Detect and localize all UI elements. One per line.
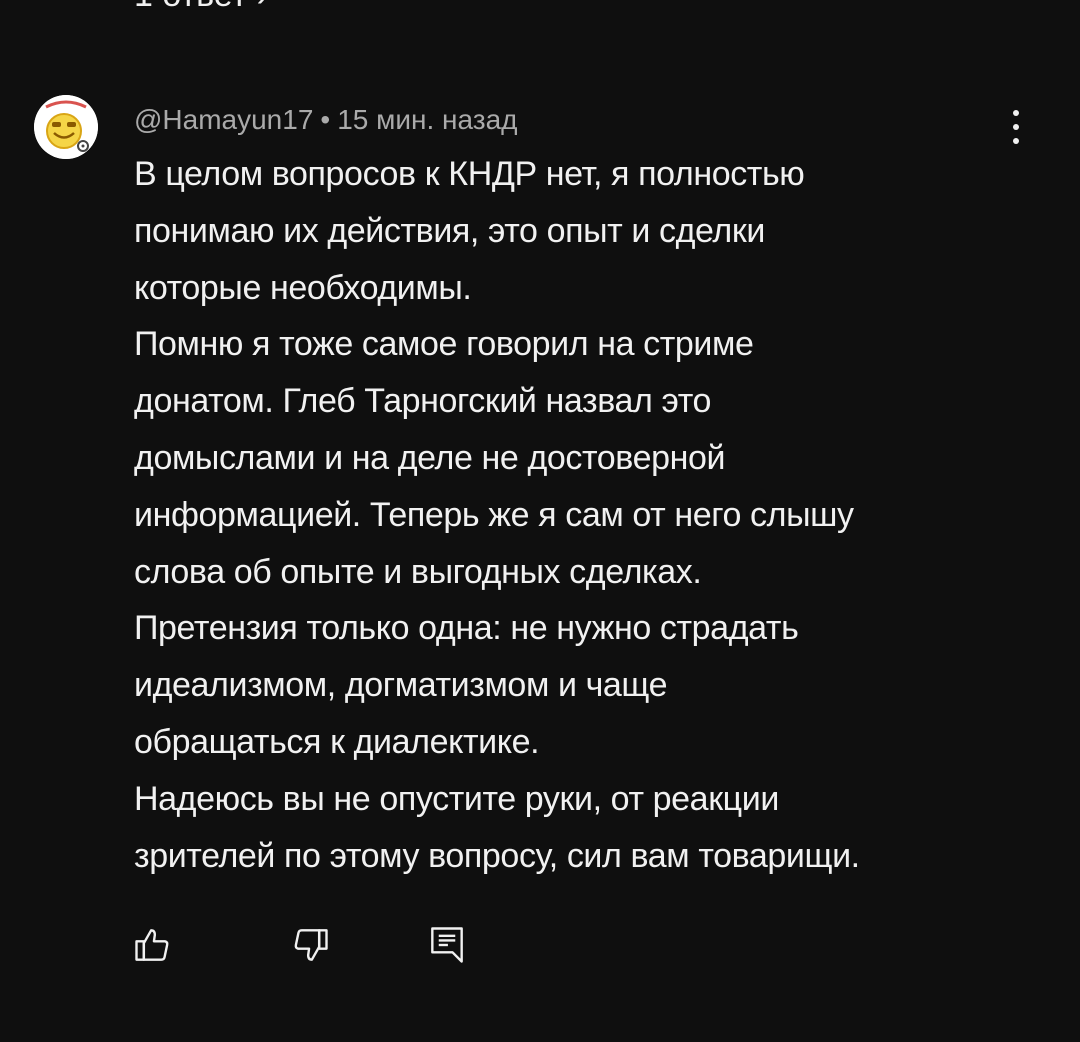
comment-timestamp[interactable]: 15 мин. назад: [337, 104, 517, 135]
comment-line: идеализмом, догматизмом и чаще: [134, 666, 668, 705]
dislike-button[interactable]: [285, 920, 335, 970]
avatar[interactable]: [34, 95, 98, 159]
comment-more-button[interactable]: [996, 102, 1036, 152]
more-dot: [1013, 138, 1019, 144]
comment-author[interactable]: @Hamayun17: [134, 104, 313, 135]
more-dot: [1013, 124, 1019, 130]
comment-line: донатом. Глеб Тарногский назвал это: [134, 382, 712, 421]
comment-line: зрителей по этому вопросу, сил вам товар…: [134, 836, 860, 875]
comment-text: В целом вопросов к КНДР нет, я полностью…: [134, 146, 1034, 884]
reply-button[interactable]: [422, 920, 472, 970]
thumbs-up-icon: [135, 929, 169, 961]
more-dot: [1013, 110, 1019, 116]
replies-link[interactable]: 1 ответ ›: [134, 0, 268, 12]
comment-line: обращаться к диалектике.: [134, 722, 540, 761]
comment-meta: @Hamayun17 • 15 мин. назад: [134, 100, 518, 140]
comment-line: слова об опыте и выгодных сделках.: [134, 552, 702, 591]
comment-icon: [431, 927, 463, 963]
comment-line: Надеюсь вы не опустите руки, от реакции: [134, 779, 779, 818]
comment-line: которые необходимы.: [134, 268, 472, 307]
comment-line: понимаю их действия, это опыт и сделки: [134, 211, 765, 250]
comment-line: домыслами и на деле не достоверной: [134, 438, 726, 477]
like-button[interactable]: [128, 920, 178, 970]
comment-line: В целом вопросов к КНДР нет, я полностью: [134, 155, 805, 193]
avatar-image: [34, 95, 98, 159]
thumbs-down-icon: [294, 929, 328, 961]
comment-line: Помню я тоже самое говорил на стриме: [134, 325, 754, 364]
comment-line: информацией. Теперь же я сам от него слы…: [134, 495, 854, 534]
comment-line: Претензия только одна: не нужно страдать: [134, 609, 799, 648]
meta-separator: •: [320, 104, 331, 135]
